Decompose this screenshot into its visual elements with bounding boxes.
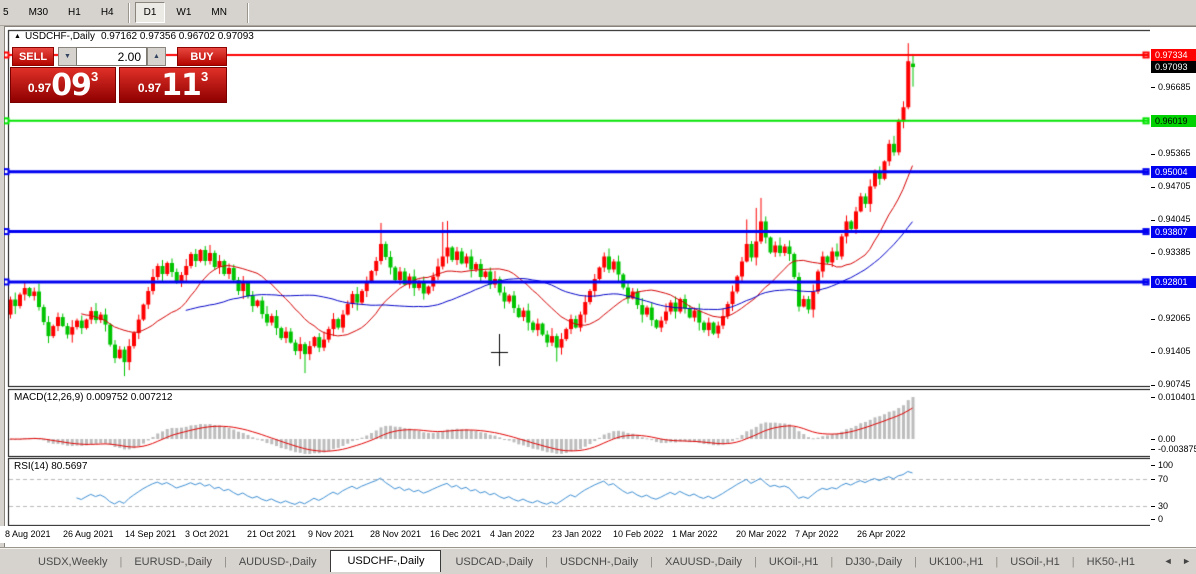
date-tick-label: 20 Mar 2022 [736,529,787,539]
chart-tabs: USDX,Weekly|EURUSD-,Daily|AUDUSD-,DailyU… [26,550,1147,572]
level-price-badge: 0.93807 [1151,226,1196,238]
price-tick-dash [1151,87,1155,88]
price-tick-dash [1151,154,1155,155]
price-tick-label: 0.94045 [1158,214,1191,225]
rsi-axis-label: 100 [1158,460,1173,471]
timeframe-button-h1[interactable]: H1 [59,2,90,23]
tab-xauusd-daily[interactable]: XAUUSD-,Daily [653,553,754,572]
mt4-window: 5M30H1H4 D1W1MN ▲ USDCHF-,Daily 0.97162 0.9… [0,0,1196,574]
toolbar-separator [128,3,130,23]
price-tick-dash [1151,352,1155,353]
timeframe-button-5[interactable]: 5 [0,2,18,23]
rsi-axis-label: 0 [1158,514,1163,525]
tab-usoil-h1[interactable]: USOil-,H1 [998,553,1072,572]
tab-scroll-left-icon[interactable]: ◄ [1164,556,1173,566]
date-tick-label: 4 Jan 2022 [490,529,535,539]
rsi-tick-dash [1151,465,1155,466]
price-tick-dash [1151,385,1155,386]
price-tick-dash [1151,319,1155,320]
tab-usdcnh-daily[interactable]: USDCNH-,Daily [548,553,650,572]
rsi-axis-label: 70 [1158,474,1168,485]
volume-decrease-button[interactable]: ▼ [58,47,77,66]
chart-ohlc-values: 0.97162 0.97356 0.96702 0.97093 [101,31,254,42]
timeframe-button-mn[interactable]: MN [202,2,236,23]
tab-usdcad-daily[interactable]: USDCAD-,Daily [443,553,545,572]
chart-title: ▲ USDCHF-,Daily 0.97162 0.97356 0.96702 0.… [14,31,254,42]
rsi-tick-dash [1151,506,1155,507]
tab-eurusd-daily[interactable]: EURUSD-,Daily [122,553,224,572]
chart-tab-bar: USDX,Weekly|EURUSD-,Daily|AUDUSD-,DailyU… [0,547,1196,574]
macd-axis-label: 0.010401 [1158,392,1196,403]
timeframe-button-h4[interactable]: H4 [92,2,123,23]
chart-symbol-label: USDCHF-,Daily [25,31,95,42]
tab-scroll-arrows: ◄ ► [1157,556,1191,566]
timeframe-button-m30[interactable]: M30 [20,2,57,23]
macd-axis-label: -0.003875 [1158,444,1196,455]
date-tick-label: 10 Feb 2022 [613,529,664,539]
price-tick-label: 0.93385 [1158,247,1191,258]
date-tick-label: 26 Apr 2022 [857,529,906,539]
date-tick-label: 26 Aug 2021 [63,529,114,539]
tab-audusd-daily[interactable]: AUDUSD-,Daily [227,553,329,572]
date-tick-label: 1 Mar 2022 [672,529,718,539]
date-tick-label: 23 Jan 2022 [552,529,602,539]
price-tick-dash [1151,220,1155,221]
tab-uk100-h1[interactable]: UK100-,H1 [917,553,995,572]
macd-tick-dash [1151,449,1155,450]
price-axis: 0.966850.960250.953650.947050.940450.933… [1151,28,1196,545]
tab-ukoil-h1[interactable]: UKOil-,H1 [757,553,831,572]
chart-canvas[interactable] [4,28,1150,545]
price-tick-label: 0.92065 [1158,313,1191,324]
buy-button[interactable]: BUY [177,47,227,66]
sell-price-quote[interactable]: 0.97093 [10,67,116,103]
current-price-badge: 0.97093 [1151,61,1196,73]
tab-dj30-daily[interactable]: DJ30-,Daily [833,553,914,572]
sell-button[interactable]: SELL [12,47,54,66]
one-click-trade-panel: SELL ▼ ▲ BUY 0.97093 0.97113 [10,47,227,103]
price-tick-dash [1151,187,1155,188]
macd-tick-dash [1151,397,1155,398]
macd-tick-dash [1151,439,1155,440]
level-price-badge: 0.96019 [1151,115,1196,127]
rsi-axis-label: 30 [1158,501,1168,512]
trade-panel-row: SELL ▼ ▲ BUY [10,47,227,66]
date-tick-label: 7 Apr 2022 [795,529,839,539]
volume-input[interactable] [76,47,147,66]
timeframe-button-d1[interactable]: D1 [135,2,166,23]
macd-indicator-label: MACD(12,26,9) 0.009752 0.007212 [14,392,172,403]
tab-usdchf-daily[interactable]: USDCHF-,Daily [330,550,441,572]
date-tick-label: 3 Oct 2021 [185,529,229,539]
price-tick-label: 0.96685 [1158,82,1191,93]
toolbar-separator [247,3,249,23]
date-tick-label: 21 Oct 2021 [247,529,296,539]
timeframe-toolbar: 5M30H1H4 D1W1MN [0,0,1196,26]
buy-price-quote[interactable]: 0.97113 [119,67,227,103]
sell-price: 0.97093 [11,68,115,102]
tab-usdx-weekly[interactable]: USDX,Weekly [26,553,119,572]
price-tick-label: 0.95365 [1158,148,1191,159]
date-tick-label: 9 Nov 2021 [308,529,354,539]
rsi-indicator-label: RSI(14) 80.5697 [14,461,87,472]
collapse-arrow-icon[interactable]: ▲ [14,33,21,40]
time-axis: 8 Aug 2021 26 Aug 2021 14 Sep 2021 3 Oct 20… [0,526,1150,543]
date-tick-label: 16 Dec 2021 [430,529,481,539]
price-tick-label: 0.94705 [1158,181,1191,192]
level-price-badge: 0.95004 [1151,166,1196,178]
tab-hk50-h1[interactable]: HK50-,H1 [1075,553,1147,572]
tab-scroll-right-icon[interactable]: ► [1182,556,1191,566]
rsi-tick-dash [1151,479,1155,480]
rsi-tick-dash [1151,519,1155,520]
date-tick-label: 14 Sep 2021 [125,529,176,539]
tabbar-highlight [0,548,1196,549]
volume-increase-button[interactable]: ▲ [147,47,166,66]
buy-price: 0.97113 [120,68,226,102]
price-tick-dash [1151,253,1155,254]
level-price-badge: 0.92801 [1151,276,1196,288]
price-tick-label: 0.90745 [1158,379,1191,390]
date-tick-label: 28 Nov 2021 [370,529,421,539]
price-tick-label: 0.91405 [1158,346,1191,357]
level-price-badge: 0.97334 [1151,49,1196,61]
timeframe-button-w1[interactable]: W1 [167,2,200,23]
date-tick-label: 8 Aug 2021 [5,529,51,539]
